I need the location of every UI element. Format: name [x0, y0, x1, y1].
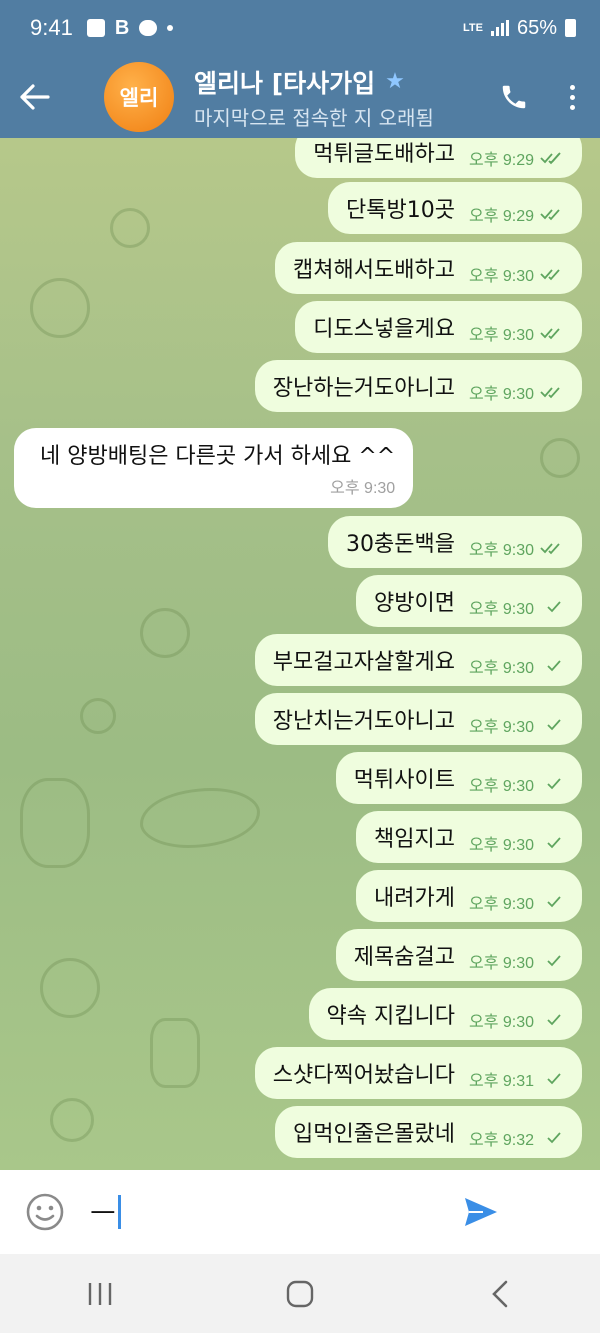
send-icon [464, 1198, 497, 1226]
check-icon [547, 778, 561, 790]
message-bubble[interactable]: 책임지고 오후 9:30 [356, 811, 582, 863]
message-bubble[interactable]: 장난치는거도아니고 오후 9:30 [254, 693, 582, 745]
check-icon [547, 896, 561, 908]
recents-button[interactable] [40, 1264, 160, 1324]
message-bubble[interactable]: 스샷다찍어놨습니다 오후 9:31 [254, 1047, 582, 1099]
background-doodle [540, 438, 580, 478]
back-button[interactable] [0, 56, 70, 138]
double-check-icon [540, 328, 560, 340]
b-app-icon: B [114, 16, 130, 39]
gallery-icon [86, 19, 105, 37]
recents-icon [88, 1282, 112, 1305]
chat-info[interactable]: 엘리나 [타사가입 ★ 마지막으로 접속한 지 오래됨 [194, 64, 456, 131]
message-bubble[interactable]: 약속 지킵니다 오후 9:30 [308, 988, 582, 1040]
check-icon [547, 837, 561, 849]
background-doodle [20, 778, 90, 868]
double-check-icon [540, 543, 560, 555]
system-icons: LTE 65% [463, 17, 576, 40]
message-list[interactable]: 먹튀글도배하고 오후 9:29 단톡방10곳 오후 9:29 캡쳐해서도배하고 … [0, 138, 600, 1170]
message-input[interactable] [120, 1182, 441, 1242]
smiley-icon [26, 1193, 64, 1231]
background-doodle [140, 788, 260, 848]
check-icon [547, 601, 561, 613]
incoming-message-bubble[interactable]: 네 양방배팅은 다른곳 가서 하세요 ^^ 오후 9:30 [14, 428, 414, 508]
double-check-icon [540, 209, 560, 221]
message-bubble[interactable]: 먹튀글도배하고 오후 9:29 [295, 138, 582, 178]
message-bubble[interactable]: 디도스넣을게요 오후 9:30 [295, 301, 582, 353]
background-doodle [30, 278, 90, 338]
double-check-icon [540, 387, 560, 399]
check-icon [547, 1132, 561, 1144]
lte-icon: LTE [463, 22, 483, 34]
last-seen-status: 마지막으로 접속한 지 오래됨 [194, 105, 434, 130]
nav-back-icon [492, 1280, 508, 1307]
background-doodle [50, 1098, 94, 1142]
chat-bubble-icon [139, 20, 158, 36]
system-nav-bar [0, 1254, 600, 1333]
message-bubble[interactable]: 장난하는거도아니고 오후 9:30 [254, 360, 582, 412]
more-vertical-icon[interactable] [544, 56, 600, 138]
message-bubble[interactable]: 30충돈백을 오후 9:30 [328, 516, 582, 568]
background-doodle [150, 1018, 200, 1088]
call-button[interactable] [484, 56, 544, 138]
double-check-icon [540, 152, 561, 165]
chat-header: 엘리 엘리나 [타사가입 ★ 마지막으로 접속한 지 오래됨 [0, 56, 600, 138]
message-bubble[interactable]: 캡쳐해서도배하고 오후 9:30 [275, 242, 582, 294]
send-button[interactable] [441, 1170, 521, 1254]
message-bubble[interactable]: 먹튀사이트 오후 9:30 [335, 752, 582, 804]
check-icon [547, 1073, 561, 1085]
battery-icon [565, 19, 576, 37]
check-icon [547, 660, 561, 672]
check-icon [547, 1014, 561, 1026]
emoji-button[interactable] [0, 1170, 90, 1254]
background-doodle [140, 608, 190, 658]
check-icon [547, 719, 561, 731]
arrow-left-icon [20, 84, 50, 110]
notification-icons: B [86, 16, 174, 40]
composer: ㅡ [0, 1170, 600, 1254]
nav-back-button[interactable] [440, 1264, 560, 1324]
status-bar: 9:41 B LTE 65% [0, 0, 600, 56]
signal-icon [490, 20, 509, 36]
check-icon [547, 955, 561, 967]
message-bubble[interactable]: 내려가게 오후 9:30 [356, 870, 582, 922]
message-input-value: ㅡ [90, 1197, 116, 1230]
message-bubble[interactable]: 제목숨걸고 오후 9:30 [335, 929, 582, 981]
battery-level: 65% [516, 16, 557, 39]
star-icon: ★ [385, 69, 405, 94]
background-doodle [40, 958, 100, 1018]
message-bubble[interactable]: 양방이면 오후 9:30 [356, 575, 582, 627]
more-notifications-icon [167, 25, 174, 31]
message-bubble[interactable]: 단톡방10곳 오후 9:29 [328, 182, 582, 234]
phone-icon [502, 85, 526, 109]
home-button[interactable] [240, 1264, 360, 1324]
background-doodle [80, 698, 116, 734]
double-check-icon [540, 269, 560, 281]
message-bubble[interactable]: 입먹인줄은몰랐네 오후 9:32 [275, 1106, 582, 1158]
avatar[interactable]: 엘리 [104, 62, 174, 132]
chat-title: 엘리나 [타사가입 [194, 68, 376, 98]
home-icon [286, 1280, 314, 1307]
status-time: 9:41 [30, 15, 73, 40]
background-doodle [110, 208, 150, 248]
message-bubble[interactable]: 부모걸고자살할게요 오후 9:30 [254, 634, 582, 686]
